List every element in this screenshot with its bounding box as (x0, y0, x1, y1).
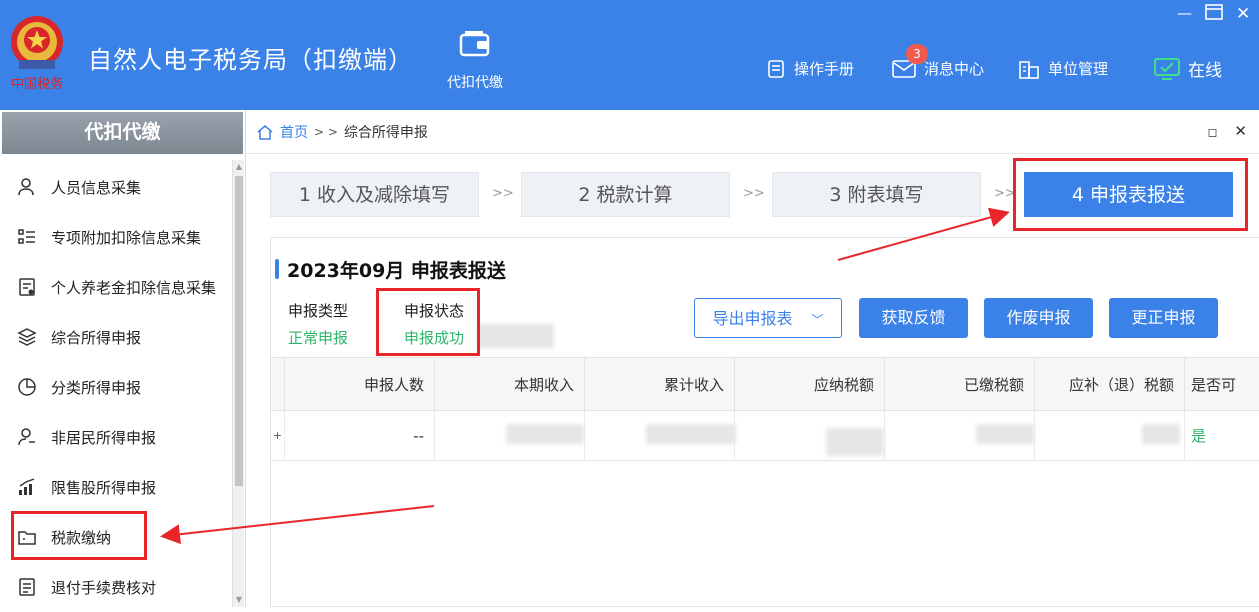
arrow-to-submit-step (837, 207, 1010, 261)
annotation-arrows (160, 207, 1010, 545)
arrow-to-tax-payment (160, 505, 435, 545)
